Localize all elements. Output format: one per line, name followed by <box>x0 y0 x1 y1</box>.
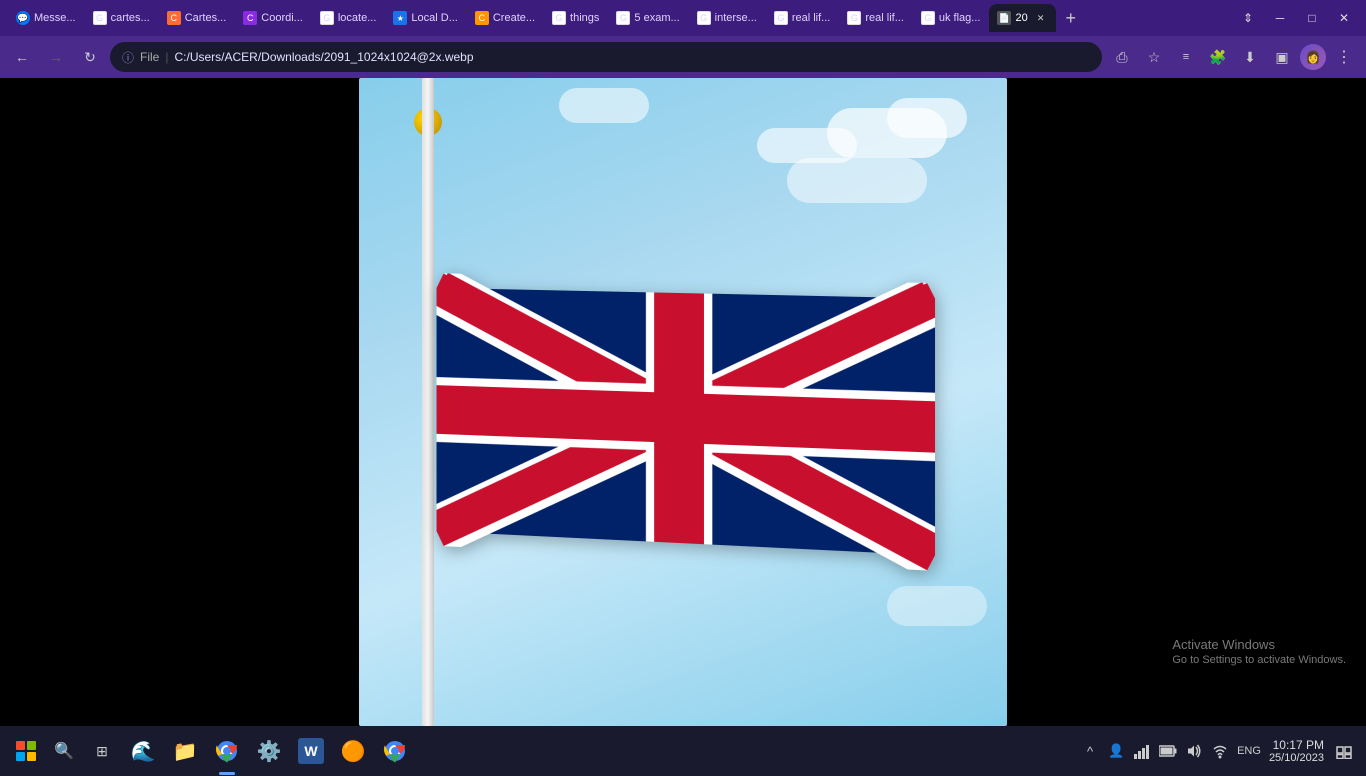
new-tab-button[interactable]: + <box>1057 4 1085 32</box>
extensions-button[interactable]: 🧩 <box>1204 43 1232 71</box>
profile-avatar[interactable]: 👩 <box>1300 44 1326 70</box>
language-label[interactable]: ENG <box>1235 740 1263 762</box>
chrome2-icon <box>382 738 408 764</box>
close-button[interactable]: ✕ <box>1330 4 1358 32</box>
taskbar-search-button[interactable]: 🔍 <box>48 735 80 767</box>
cloud-4 <box>559 88 649 123</box>
battery-icon[interactable] <box>1157 740 1179 762</box>
tab-coordi[interactable]: C Coordi... <box>235 4 311 32</box>
tab-current[interactable]: 📄 20 ✕ <box>989 4 1055 32</box>
tab-5exam[interactable]: G 5 exam... <box>608 4 687 32</box>
tab-strip: 💬 Messe... G cartes... C Cartes... C Coo… <box>8 0 1224 36</box>
clock-date: 25/10/2023 <box>1269 752 1324 764</box>
title-bar: 💬 Messe... G cartes... C Cartes... C Coo… <box>0 0 1366 36</box>
minimize-button[interactable]: ─ <box>1266 4 1294 32</box>
tab-reallife1[interactable]: G real lif... <box>766 4 839 32</box>
info-icon: ⓘ <box>122 49 134 66</box>
notification-button[interactable] <box>1330 737 1358 765</box>
taskbar-chrome2-app[interactable] <box>376 731 414 771</box>
window-controls: ⇕ ─ □ ✕ <box>1234 4 1358 32</box>
tab-close-current[interactable]: ✕ <box>1034 11 1048 25</box>
file-explorer-icon: 📁 <box>172 738 198 764</box>
bookmark-button[interactable]: ☆ <box>1140 43 1168 71</box>
share-button[interactable]: ⎙ <box>1108 43 1136 71</box>
taskbar-settings-app[interactable]: ⚙️ <box>250 731 288 771</box>
tray-icons: ^ 👤 <box>1079 740 1263 762</box>
address-bar: ← → ↻ ⓘ File | C:/Users/ACER/Downloads/2… <box>0 36 1366 78</box>
url-text: C:/Users/ACER/Downloads/2091_1024x1024@2… <box>174 50 1090 64</box>
system-tray: ^ 👤 <box>1079 737 1358 765</box>
show-hidden-icons-button[interactable]: ^ <box>1079 740 1101 762</box>
tab-create[interactable]: C Create... <box>467 4 543 32</box>
wifi-icon[interactable] <box>1209 740 1231 762</box>
taskbar: 🔍 ⊞ 🌊 📁 ⚙️ <box>0 726 1366 776</box>
maximize-button[interactable]: □ <box>1298 4 1326 32</box>
taskbar-chrome-app[interactable] <box>208 731 246 771</box>
tab-things[interactable]: G things <box>544 4 607 32</box>
task-view-icon: ⊞ <box>96 743 108 760</box>
protocol-label: File <box>140 50 159 64</box>
union-jack-flag <box>437 273 935 571</box>
taskbar-app1[interactable]: 🟠 <box>334 731 372 771</box>
activate-windows-watermark: Activate Windows Go to Settings to activ… <box>1172 637 1346 666</box>
settings-icon: ⚙️ <box>256 738 282 764</box>
download-button[interactable]: ⬇ <box>1236 43 1264 71</box>
task-view-button[interactable]: ⊞ <box>84 733 120 769</box>
flag-image-container <box>359 78 1007 726</box>
tab-locate[interactable]: G locate... <box>312 4 385 32</box>
taskbar-explorer-app[interactable]: 📁 <box>166 731 204 771</box>
sidebar-button[interactable]: ▣ <box>1268 43 1296 71</box>
activate-subtitle: Go to Settings to activate Windows. <box>1172 654 1346 666</box>
tab-locald[interactable]: ★ Local D... <box>385 4 465 32</box>
customize-button[interactable]: ≡ <box>1172 43 1200 71</box>
clock-time: 10:17 PM <box>1269 738 1324 752</box>
app1-icon: 🟠 <box>340 738 366 764</box>
tab-messenger[interactable]: 💬 Messe... <box>8 4 84 32</box>
cloud-6 <box>887 586 987 626</box>
people-icon[interactable]: 👤 <box>1105 740 1127 762</box>
network-icon[interactable] <box>1131 740 1153 762</box>
cloud-2 <box>887 98 967 138</box>
taskbar-word-app[interactable]: W <box>292 731 330 771</box>
toolbar-icons: ⎙ ☆ ≡ 🧩 ⬇ ▣ 👩 ⋮ <box>1108 43 1358 71</box>
word-icon: W <box>298 738 324 764</box>
browser-window: 💬 Messe... G cartes... C Cartes... C Coo… <box>0 0 1366 768</box>
volume-icon[interactable] <box>1183 740 1205 762</box>
flagpole <box>422 78 434 726</box>
tab-ukflag[interactable]: G uk flag... <box>913 4 989 32</box>
cloud-5 <box>787 158 927 203</box>
clock-display[interactable]: 10:17 PM 25/10/2023 <box>1269 738 1324 764</box>
content-area: Activate Windows Go to Settings to activ… <box>0 78 1366 726</box>
forward-button[interactable]: → <box>42 43 70 71</box>
tab-reallife2[interactable]: G real lif... <box>839 4 912 32</box>
tab-cartes1[interactable]: G cartes... <box>85 4 158 32</box>
tab-cartes2[interactable]: C Cartes... <box>159 4 235 32</box>
tab-interse[interactable]: G interse... <box>689 4 765 32</box>
activate-title: Activate Windows <box>1172 637 1346 652</box>
edge-icon: 🌊 <box>130 738 156 764</box>
reload-button[interactable]: ↻ <box>76 43 104 71</box>
start-button[interactable] <box>8 733 44 769</box>
union-jack-svg <box>437 273 935 571</box>
tabs-dropdown-button[interactable]: ⇕ <box>1234 4 1262 32</box>
taskbar-edge-app[interactable]: 🌊 <box>124 731 162 771</box>
url-bar[interactable]: ⓘ File | C:/Users/ACER/Downloads/2091_10… <box>110 42 1102 72</box>
chrome-icon <box>214 738 240 764</box>
back-button[interactable]: ← <box>8 43 36 71</box>
windows-logo-icon <box>16 741 36 761</box>
menu-button[interactable]: ⋮ <box>1330 43 1358 71</box>
